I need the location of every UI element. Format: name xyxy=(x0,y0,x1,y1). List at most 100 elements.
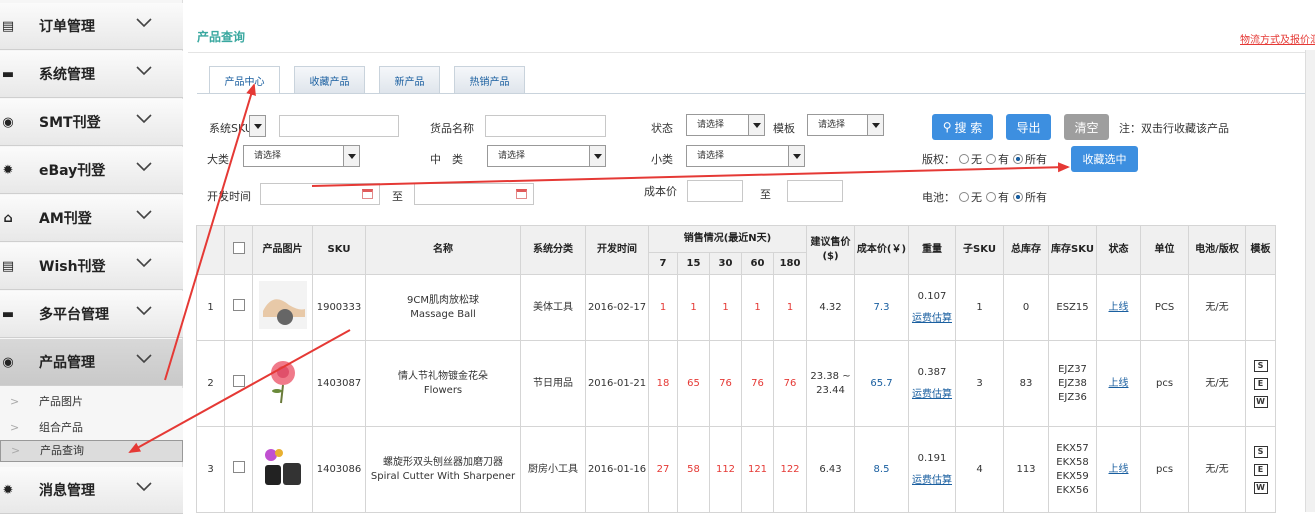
chevron-right-icon: > xyxy=(10,420,20,434)
menu-system[interactable]: ▬ 系统管理 xyxy=(0,51,183,98)
row-s60: 1 xyxy=(741,274,774,341)
small-category-label: 小类 xyxy=(651,153,673,166)
small-category-select[interactable]: 请选择 xyxy=(686,145,805,167)
col-price: 建议售价($) xyxy=(806,225,855,275)
calendar-icon[interactable] xyxy=(516,189,527,199)
status-select[interactable]: 请选择 xyxy=(686,114,765,136)
row-price: 4.32 xyxy=(806,274,855,341)
menu-ebay[interactable]: ✹ eBay刊登 xyxy=(0,147,183,194)
row-checkbox[interactable] xyxy=(232,299,245,311)
battery-radio-all[interactable] xyxy=(1013,192,1023,202)
menu-order[interactable]: ▤ 订单管理 xyxy=(0,3,183,50)
menu-smt[interactable]: ◉ SMT刊登 xyxy=(0,99,183,146)
row-checkbox[interactable] xyxy=(232,461,245,473)
copyright-radio-all[interactable] xyxy=(1013,154,1023,164)
row-sku: 1403087 xyxy=(312,340,366,427)
product-thumbnail[interactable] xyxy=(258,443,307,491)
big-category-label: 大类 xyxy=(207,153,229,166)
copy-icon[interactable]: E xyxy=(1253,377,1268,390)
chevron-right-icon: > xyxy=(10,394,20,408)
row-name: 9CM肌肉放松球 Massage Ball xyxy=(365,274,521,341)
dropdown-arrow-icon xyxy=(788,146,804,166)
menu-label: 多平台管理 xyxy=(39,307,109,323)
submenu-combo-products[interactable]: > 组合产品 xyxy=(0,414,183,440)
col-d180: 180 xyxy=(773,252,807,275)
name-en: Spiral Cutter With Sharpener xyxy=(370,470,516,482)
search-button[interactable]: ⚲ 搜 索 xyxy=(932,114,993,140)
sys-sku-input[interactable] xyxy=(279,115,399,137)
dev-time-to-input[interactable] xyxy=(414,183,534,205)
template-select-value: 请选择 xyxy=(818,120,846,130)
tab-product-center[interactable]: 产品中心 xyxy=(209,66,280,94)
product-name-input[interactable] xyxy=(485,115,606,137)
row-s15: 58 xyxy=(677,426,710,513)
table-row[interactable]: 1 1900333 9CM肌肉放松球 Massage Ball 美体工具 2016… xyxy=(196,274,1276,341)
row-s60: 121 xyxy=(741,426,774,513)
edit-icon[interactable]: S xyxy=(1253,445,1268,458)
sys-sku-dropdown[interactable] xyxy=(249,115,266,137)
cost-from-input[interactable] xyxy=(687,180,743,202)
search-icon: ⚲ xyxy=(942,120,952,134)
submenu-product-query[interactable]: > 产品查询 xyxy=(0,440,183,462)
row-s180: 122 xyxy=(773,426,807,513)
row-name: 情人节礼物镀金花朵 Flowers xyxy=(365,340,521,427)
freight-estimate-link[interactable]: 运费估算 xyxy=(909,388,955,402)
big-category-select[interactable]: 请选择 xyxy=(243,145,360,167)
dev-time-from-input[interactable] xyxy=(260,183,380,205)
tab-new-products[interactable]: 新产品 xyxy=(379,66,440,93)
product-thumbnail[interactable] xyxy=(258,357,307,405)
table-row[interactable]: 2 1403087 情人节礼物镀金花朵 Flowers 节日用品 2016-01-… xyxy=(196,340,1276,427)
table-row[interactable]: 3 1403086 螺旋形双头刨丝器加磨刀器 Spiral Cutter With… xyxy=(196,426,1276,513)
edit-icon[interactable]: S xyxy=(1253,359,1268,372)
row-status-link[interactable]: 上线 xyxy=(1096,426,1141,513)
menu-label: 订单管理 xyxy=(39,19,95,35)
product-thumbnail[interactable] xyxy=(258,281,307,329)
row-s30: 112 xyxy=(709,426,742,513)
sys-sku-label: 系统SKU xyxy=(209,122,253,135)
radio-label: 无 xyxy=(971,153,982,166)
tab-favorites[interactable]: 收藏产品 xyxy=(294,66,365,93)
chevron-down-icon xyxy=(136,258,152,268)
freight-estimate-link[interactable]: 运费估算 xyxy=(909,474,955,488)
template-select[interactable]: 请选择 xyxy=(807,114,884,136)
select-all-checkbox[interactable] xyxy=(232,241,245,254)
mid-category-select[interactable]: 请选择 xyxy=(487,145,606,167)
menu-message[interactable]: ✹ 消息管理 xyxy=(0,467,183,514)
tab-hot-products[interactable]: 热销产品 xyxy=(454,66,525,93)
row-ops: SEW xyxy=(1245,340,1276,427)
row-weight-cell: 0.387 运费估算 xyxy=(908,340,956,427)
menu-multiplatform[interactable]: ▬ 多平台管理 xyxy=(0,291,183,338)
submenu-product-images[interactable]: > 产品图片 xyxy=(0,388,183,414)
calendar-icon[interactable] xyxy=(362,189,373,199)
vertical-scrollbar[interactable] xyxy=(1305,50,1315,512)
shipping-rates-link[interactable]: 物流方式及报价汇 xyxy=(1240,31,1315,46)
publish-icon[interactable]: W xyxy=(1253,395,1268,408)
row-price: 23.38 ~ 23.44 xyxy=(806,340,855,427)
menu-am[interactable]: ⌂ AM刊登 xyxy=(0,195,183,242)
cost-to-input[interactable] xyxy=(787,180,843,202)
row-checkbox[interactable] xyxy=(232,375,245,387)
status-select-value: 请选择 xyxy=(697,120,725,130)
battery-radio-yes[interactable] xyxy=(986,192,996,202)
clear-button[interactable]: 清空 xyxy=(1064,114,1109,140)
menu-product[interactable]: ◉ 产品管理 xyxy=(0,339,183,386)
collect-selected-button[interactable]: 收藏选中 xyxy=(1071,146,1138,172)
chevron-down-icon xyxy=(136,354,152,364)
freight-estimate-link[interactable]: 运费估算 xyxy=(909,312,955,326)
row-status-link[interactable]: 上线 xyxy=(1096,274,1141,341)
battery-radio-none[interactable] xyxy=(959,192,969,202)
battery-label: 电池： xyxy=(922,191,955,204)
dropdown-arrow-icon xyxy=(343,146,359,166)
submenu-label: 组合产品 xyxy=(39,421,83,434)
col-subsku: 子SKU xyxy=(955,225,1004,275)
export-button[interactable]: 导出 xyxy=(1006,114,1051,140)
publish-icon[interactable]: W xyxy=(1253,481,1268,494)
copyright-radio-yes[interactable] xyxy=(986,154,996,164)
row-category: 节日用品 xyxy=(520,340,586,427)
row-no: 1 xyxy=(196,274,225,341)
copy-icon[interactable]: E xyxy=(1253,463,1268,476)
menu-wish[interactable]: ▤ Wish刊登 xyxy=(0,243,183,290)
row-status-link[interactable]: 上线 xyxy=(1096,340,1141,427)
copyright-radio-none[interactable] xyxy=(959,154,969,164)
row-dev: 2016-02-17 xyxy=(585,274,649,341)
